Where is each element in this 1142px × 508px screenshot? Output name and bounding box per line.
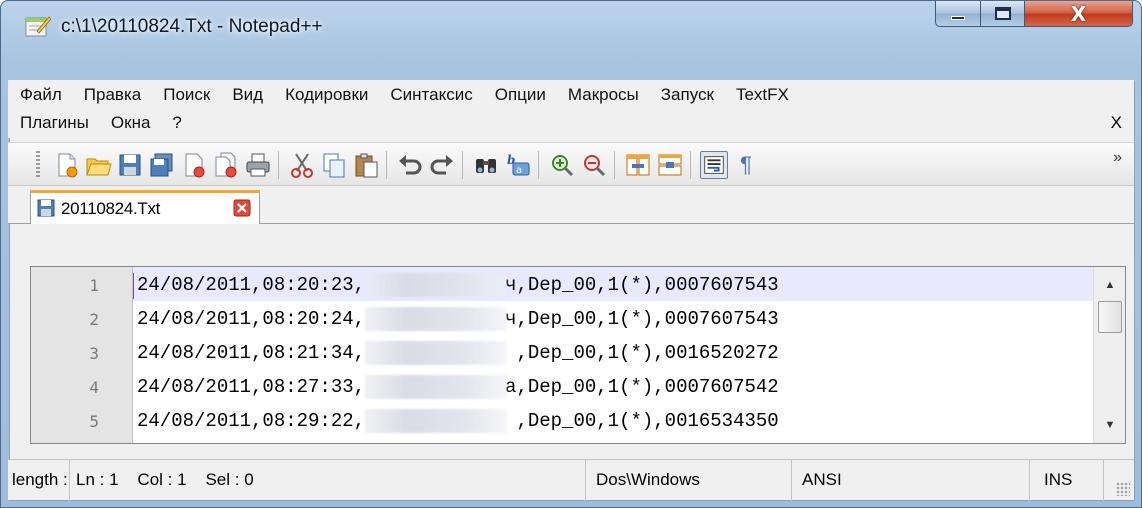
find-icon[interactable] bbox=[472, 151, 500, 179]
paste-icon[interactable] bbox=[352, 151, 380, 179]
code-line: 24/08/2011,08:20:23, ч,Dep_00,1(*),000760… bbox=[133, 267, 1093, 301]
replace-icon[interactable]: b a bbox=[504, 151, 532, 179]
status-encoding: ANSI bbox=[792, 460, 1030, 501]
toolbar-separator bbox=[690, 151, 691, 179]
line-number: 5 bbox=[89, 412, 99, 431]
maximize-icon bbox=[994, 7, 1011, 20]
toolbar-grip[interactable] bbox=[36, 151, 40, 179]
menu-run[interactable]: Запуск bbox=[649, 83, 724, 107]
menu-plugins[interactable]: Плагины bbox=[8, 111, 99, 135]
vertical-scrollbar[interactable]: ▲ ▼ bbox=[1093, 267, 1125, 443]
status-position: Ln : 1 Col : 1 Sel : 0 bbox=[70, 460, 586, 501]
status-length: length : bbox=[8, 460, 70, 501]
menu-textfx[interactable]: TextFX bbox=[724, 83, 799, 107]
title-bar[interactable]: c:\1\20110824.Txt - Notepad++ X bbox=[1, 1, 1141, 41]
status-insert-mode: INS bbox=[1030, 460, 1104, 501]
toolbar-separator bbox=[538, 151, 539, 179]
menu-macros[interactable]: Макросы bbox=[556, 83, 649, 107]
line-number: 4 bbox=[89, 378, 99, 397]
tab-close-icon[interactable] bbox=[233, 199, 251, 217]
scroll-up-arrow-icon[interactable]: ▲ bbox=[1094, 271, 1126, 299]
menu-options[interactable]: Опции bbox=[483, 83, 556, 107]
tab-20110824-txt[interactable]: 20110824.Txt bbox=[30, 190, 260, 224]
redacted-text bbox=[365, 273, 507, 297]
notepad-app-icon bbox=[25, 16, 51, 37]
svg-text:a: a bbox=[516, 165, 522, 176]
minimize-button[interactable] bbox=[935, 1, 981, 27]
save-icon[interactable] bbox=[116, 151, 144, 179]
menu-bar: Файл Правка Поиск Вид Кодировки Синтакси… bbox=[8, 80, 1134, 138]
menu-search[interactable]: Поиск bbox=[151, 83, 220, 107]
toolbar-separator bbox=[278, 151, 279, 179]
scroll-down-arrow-icon[interactable]: ▼ bbox=[1094, 411, 1126, 439]
line-number-gutter: 1 2 3 4 5 bbox=[31, 267, 133, 443]
scroll-thumb[interactable] bbox=[1098, 301, 1122, 333]
text-caret bbox=[133, 273, 134, 299]
print-icon[interactable] bbox=[244, 151, 272, 179]
zoom-in-icon[interactable] bbox=[548, 151, 576, 179]
status-bar: length : Ln : 1 Col : 1 Sel : 0 Dos\Wind… bbox=[8, 459, 1134, 501]
redacted-text bbox=[365, 375, 507, 399]
code-line: 24/08/2011,08:21:34, ,Dep_00,1(*),001652… bbox=[137, 342, 779, 364]
resize-grip[interactable] bbox=[1116, 482, 1130, 496]
window-title: c:\1\20110824.Txt - Notepad++ bbox=[61, 16, 323, 37]
show-all-characters-icon[interactable]: ¶ bbox=[732, 151, 760, 179]
line-number: 3 bbox=[89, 344, 99, 363]
menu-windows[interactable]: Окна bbox=[99, 111, 161, 135]
menu-edit[interactable]: Правка bbox=[72, 83, 151, 107]
menu-view[interactable]: Вид bbox=[220, 83, 273, 107]
menu-row-2: Плагины Окна ? bbox=[8, 111, 192, 135]
code-line: 24/08/2011,08:27:33, а,Dep_00,1(*),000760… bbox=[137, 376, 779, 398]
undo-icon[interactable] bbox=[396, 151, 424, 179]
sync-vertical-scroll-icon[interactable] bbox=[624, 151, 652, 179]
menu-help[interactable]: ? bbox=[160, 111, 191, 135]
toolbar: b a ¶ » bbox=[8, 142, 1134, 186]
close-window-button[interactable]: X bbox=[1025, 1, 1133, 27]
open-file-icon[interactable] bbox=[84, 151, 112, 179]
minimize-icon bbox=[951, 15, 965, 20]
caption-buttons: X bbox=[935, 1, 1133, 27]
redacted-text bbox=[365, 307, 507, 331]
tab-bar: 20110824.Txt bbox=[8, 186, 1134, 224]
toolbar-overflow-icon[interactable]: » bbox=[1113, 149, 1122, 167]
code-area[interactable]: 24/08/2011,08:20:23, ч,Dep_00,1(*),000760… bbox=[133, 267, 1093, 443]
new-file-icon[interactable] bbox=[52, 151, 80, 179]
close-file-icon[interactable] bbox=[180, 151, 208, 179]
editor[interactable]: 1 2 3 4 5 24/08/2011,08:20:23, ч,Dep_00,1… bbox=[30, 266, 1126, 444]
status-eol-format: Dos\Windows bbox=[586, 460, 792, 501]
menu-encoding[interactable]: Кодировки bbox=[273, 83, 378, 107]
toolbar-separator bbox=[614, 151, 615, 179]
sync-horizontal-scroll-icon[interactable] bbox=[656, 151, 684, 179]
redacted-text bbox=[365, 341, 507, 365]
code-line: 24/08/2011,08:29:22, ,Dep_00,1(*),001653… bbox=[137, 410, 779, 432]
toolbar-separator bbox=[462, 151, 463, 179]
menu-file[interactable]: Файл bbox=[8, 83, 72, 107]
maximize-button[interactable] bbox=[981, 1, 1025, 27]
line-number: 2 bbox=[89, 310, 99, 329]
cut-icon[interactable] bbox=[288, 151, 316, 179]
redacted-text bbox=[365, 409, 507, 433]
save-all-icon[interactable] bbox=[148, 151, 176, 179]
tab-label: 20110824.Txt bbox=[61, 199, 161, 218]
menu-syntax[interactable]: Синтаксис bbox=[378, 83, 482, 107]
close-icon: X bbox=[1070, 1, 1087, 26]
word-wrap-icon[interactable] bbox=[700, 151, 728, 179]
close-all-icon[interactable] bbox=[212, 151, 240, 179]
zoom-out-icon[interactable] bbox=[580, 151, 608, 179]
copy-icon[interactable] bbox=[320, 151, 348, 179]
toolbar-separator bbox=[386, 151, 387, 179]
saved-file-icon bbox=[37, 199, 55, 217]
line-number: 1 bbox=[89, 276, 99, 295]
menu-row-1: Файл Правка Поиск Вид Кодировки Синтакси… bbox=[8, 83, 799, 107]
code-line: 24/08/2011,08:20:24, ч,Dep_00,1(*),000760… bbox=[137, 308, 779, 330]
close-document-button[interactable]: X bbox=[1111, 113, 1122, 133]
redo-icon[interactable] bbox=[428, 151, 456, 179]
